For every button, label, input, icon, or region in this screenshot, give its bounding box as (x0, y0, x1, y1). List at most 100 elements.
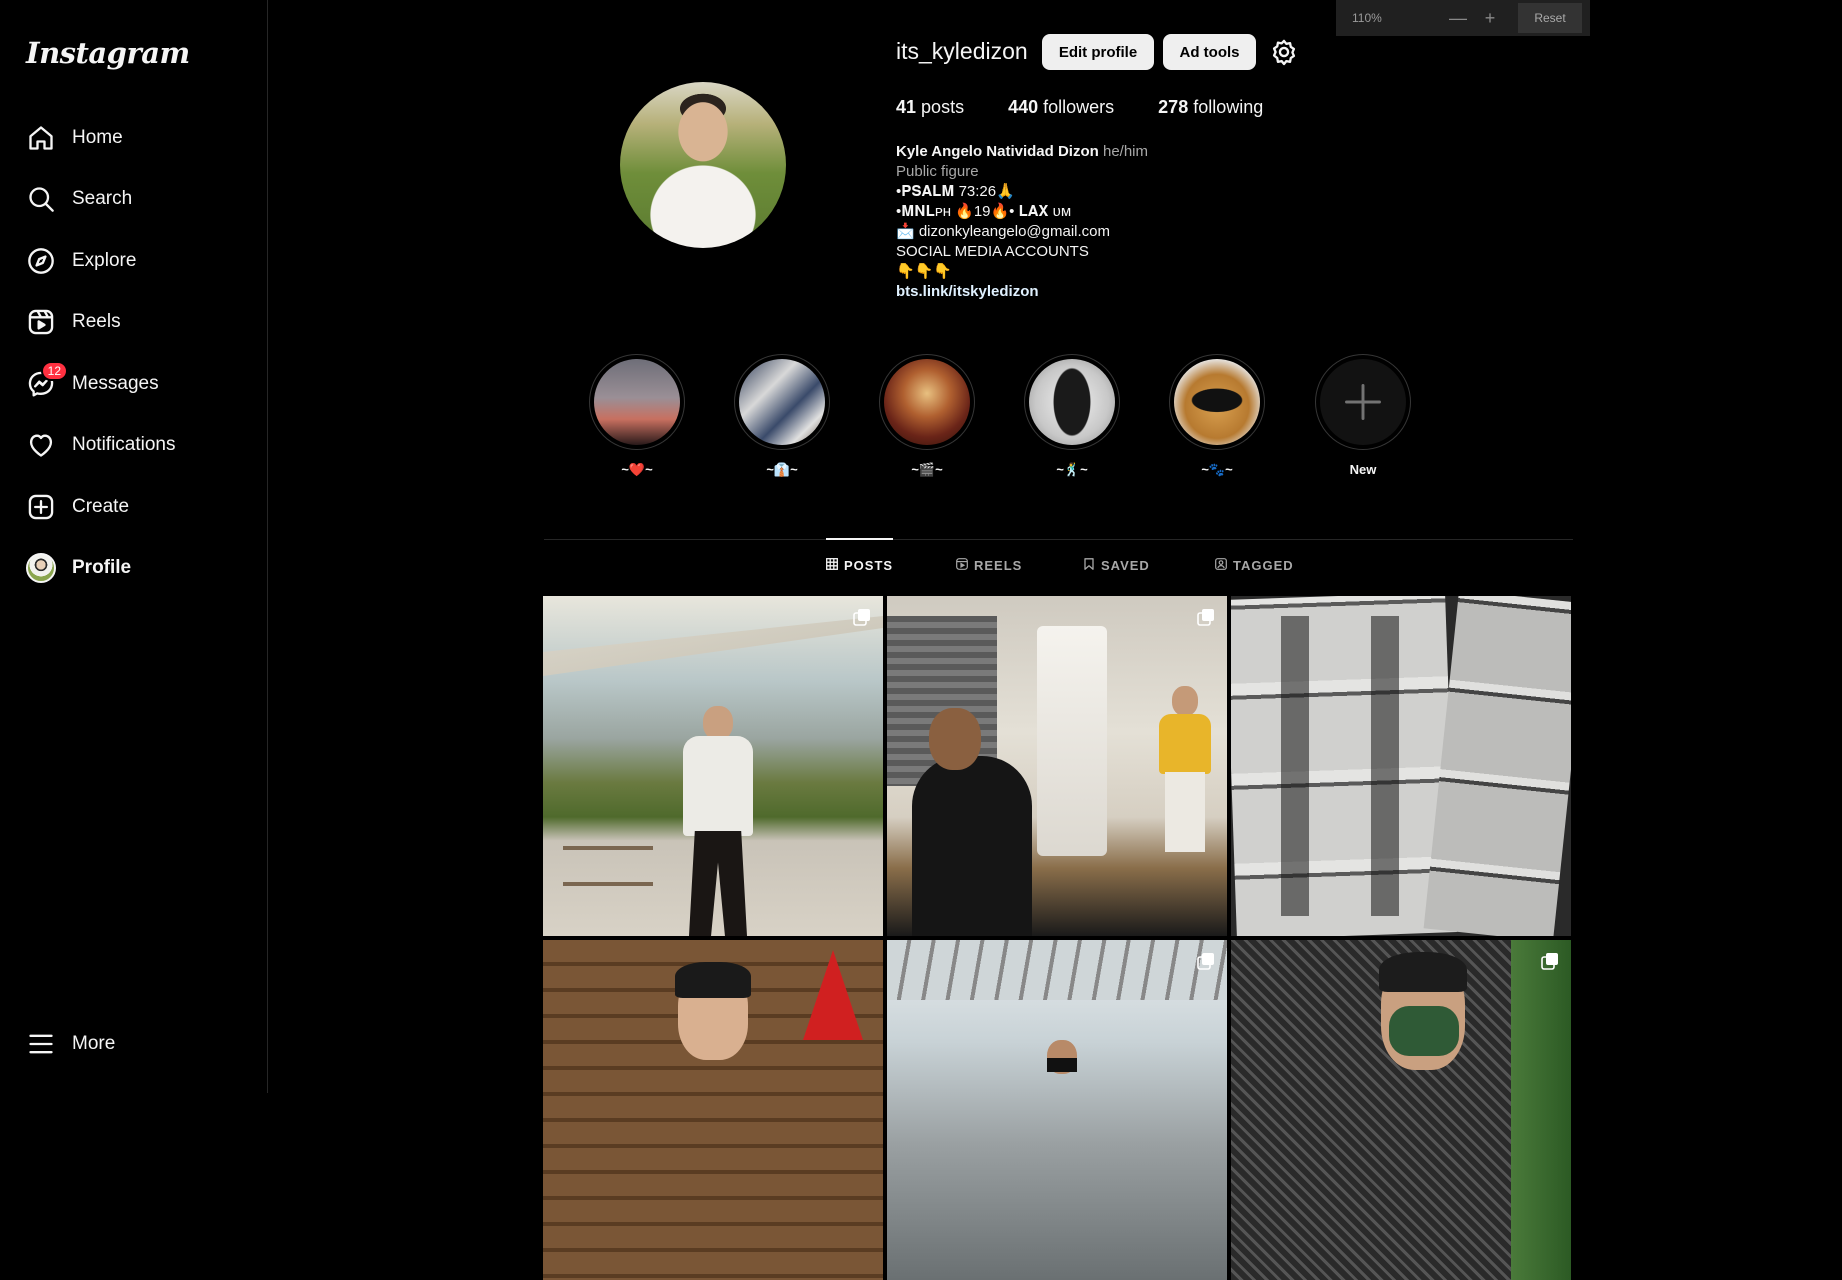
message-count-badge: 12 (40, 361, 68, 381)
post-thumbnail[interactable] (887, 596, 1227, 936)
profile-bio: Kyle Angelo Natividad Dizon he/him Publi… (896, 142, 1316, 302)
full-name: Kyle Angelo Natividad Dizon (896, 143, 1099, 160)
followers-stat[interactable]: 440 followers (1008, 97, 1114, 118)
bookmark-icon (1083, 557, 1095, 573)
bio-link[interactable]: bts.link/itskyledizon (896, 282, 1316, 302)
person-black-shirt (912, 756, 1032, 936)
zoom-out-button[interactable]: — (1442, 8, 1474, 29)
reels-icon (26, 307, 56, 337)
face-mask (1389, 1006, 1459, 1056)
person-pants (1165, 772, 1205, 852)
plants-shape (1511, 940, 1571, 1280)
post-thumbnail[interactable] (887, 940, 1227, 1280)
tab-saved[interactable]: SAVED (1083, 539, 1150, 591)
story-highlight[interactable]: ~🕺~ (1024, 354, 1120, 478)
story-highlight[interactable]: ~❤️~ (589, 354, 685, 478)
sidebar-item-search[interactable]: Search (14, 173, 254, 225)
sidebar: Instagram Home Search Explore Reels 12 M… (0, 0, 268, 1093)
instagram-logo[interactable]: Instagram (26, 36, 190, 70)
tab-tagged[interactable]: TAGGED (1215, 539, 1294, 591)
zoom-in-button[interactable]: + (1474, 8, 1506, 29)
tab-posts[interactable]: POSTS (826, 538, 894, 590)
sidebar-item-label: Reels (72, 311, 121, 332)
sidebar-item-label: Search (72, 188, 133, 209)
sidebar-item-profile[interactable]: Profile (14, 542, 254, 594)
bio-line: 👇👇👇 (896, 263, 953, 280)
highlight-label: ~❤️~ (621, 462, 653, 477)
posts-label: posts (921, 97, 965, 117)
person-head (929, 708, 981, 770)
tab-label: POSTS (844, 557, 894, 573)
highlight-cover (884, 359, 970, 445)
sidebar-item-notifications[interactable]: Notifications (14, 419, 254, 471)
reels-icon (956, 557, 968, 573)
tag-icon (1215, 557, 1227, 573)
multiple-photos-icon (1197, 953, 1214, 970)
following-count: 278 (1158, 97, 1189, 117)
following-stat[interactable]: 278 following (1158, 97, 1263, 118)
sidebar-item-label: Messages (72, 373, 159, 394)
post-thumbnail[interactable] (1231, 596, 1571, 936)
sidebar-item-explore[interactable]: Explore (14, 235, 254, 287)
person-yellow-shirt (1159, 714, 1211, 774)
sidebar-item-label: Notifications (72, 434, 176, 455)
person-shirt (683, 736, 753, 836)
tab-label: SAVED (1101, 557, 1150, 573)
followers-label: followers (1043, 97, 1115, 117)
person-head (703, 706, 733, 740)
sidebar-item-reels[interactable]: Reels (14, 296, 254, 348)
story-highlight[interactable]: ~🎬~ (879, 354, 975, 478)
sidebar-item-create[interactable]: Create (14, 481, 254, 533)
face-mask (1047, 1058, 1077, 1072)
avatar (26, 553, 56, 583)
new-highlight-button[interactable]: New (1315, 354, 1411, 477)
person-hair (675, 962, 751, 998)
messenger-icon: 12 (26, 361, 68, 399)
browser-zoom-bar: 110% — + Reset (1336, 0, 1590, 36)
sidebar-item-messages[interactable]: 12 Messages (14, 358, 254, 410)
sidebar-item-label: Create (72, 496, 130, 517)
post-thumbnail[interactable] (1231, 940, 1571, 1280)
story-highlight[interactable]: ~🐾~ (1169, 354, 1265, 478)
sidebar-item-home[interactable]: Home (14, 112, 254, 164)
zoom-reset-button[interactable]: Reset (1518, 3, 1582, 33)
tab-label: TAGGED (1233, 557, 1294, 573)
highlight-label: New (1349, 462, 1377, 477)
following-label: following (1193, 97, 1264, 117)
profile-picture[interactable] (620, 82, 786, 248)
canopy-shape (887, 940, 1227, 1000)
person-hair (1379, 952, 1467, 992)
search-icon (26, 184, 56, 214)
highlight-cover (1029, 359, 1115, 445)
highlight-label: ~🎬~ (911, 462, 943, 477)
profile-stats: 41 posts 440 followers 278 following (896, 97, 1307, 118)
person-head (1172, 686, 1198, 716)
settings-gear-icon[interactable] (1270, 38, 1298, 66)
grid-icon (826, 557, 838, 573)
zoom-level: 110% (1352, 11, 1382, 25)
bio-line: •𝐏𝐒𝐀𝐋𝐌 73:26🙏 (896, 183, 1015, 200)
edit-profile-button[interactable]: Edit profile (1042, 34, 1154, 70)
sidebar-item-label: Home (72, 127, 123, 148)
multiple-photos-icon (1541, 953, 1558, 970)
pronouns: he/him (1102, 143, 1149, 160)
bio-line: •𝐌𝐍𝐋ᴘʜ 🔥19🔥• 𝐋𝐀𝐗 ᴜᴍ (896, 203, 1072, 220)
highlight-label: ~🐾~ (1201, 462, 1233, 477)
sidebar-item-more[interactable]: More (14, 1018, 254, 1070)
followers-count: 440 (1008, 97, 1039, 117)
bio-line: SOCIAL MEDIA ACCOUNTS (896, 243, 1089, 260)
ad-tools-button[interactable]: Ad tools (1163, 34, 1256, 70)
story-highlight[interactable]: ~👔~ (734, 354, 830, 478)
post-thumbnail[interactable] (543, 940, 883, 1280)
posts-count: 41 (896, 97, 917, 117)
tab-reels[interactable]: REELS (956, 539, 1022, 591)
sidebar-item-label: Explore (72, 250, 137, 271)
bench-shape (563, 846, 653, 886)
profile-username: its_kyledizon (896, 38, 1028, 64)
highlight-cover (1174, 359, 1260, 445)
photo-faces (1251, 616, 1431, 916)
sidebar-item-label: More (72, 1033, 116, 1054)
tab-label: REELS (974, 557, 1023, 573)
sidebar-item-label: Profile (72, 557, 132, 578)
post-thumbnail[interactable] (543, 596, 883, 936)
